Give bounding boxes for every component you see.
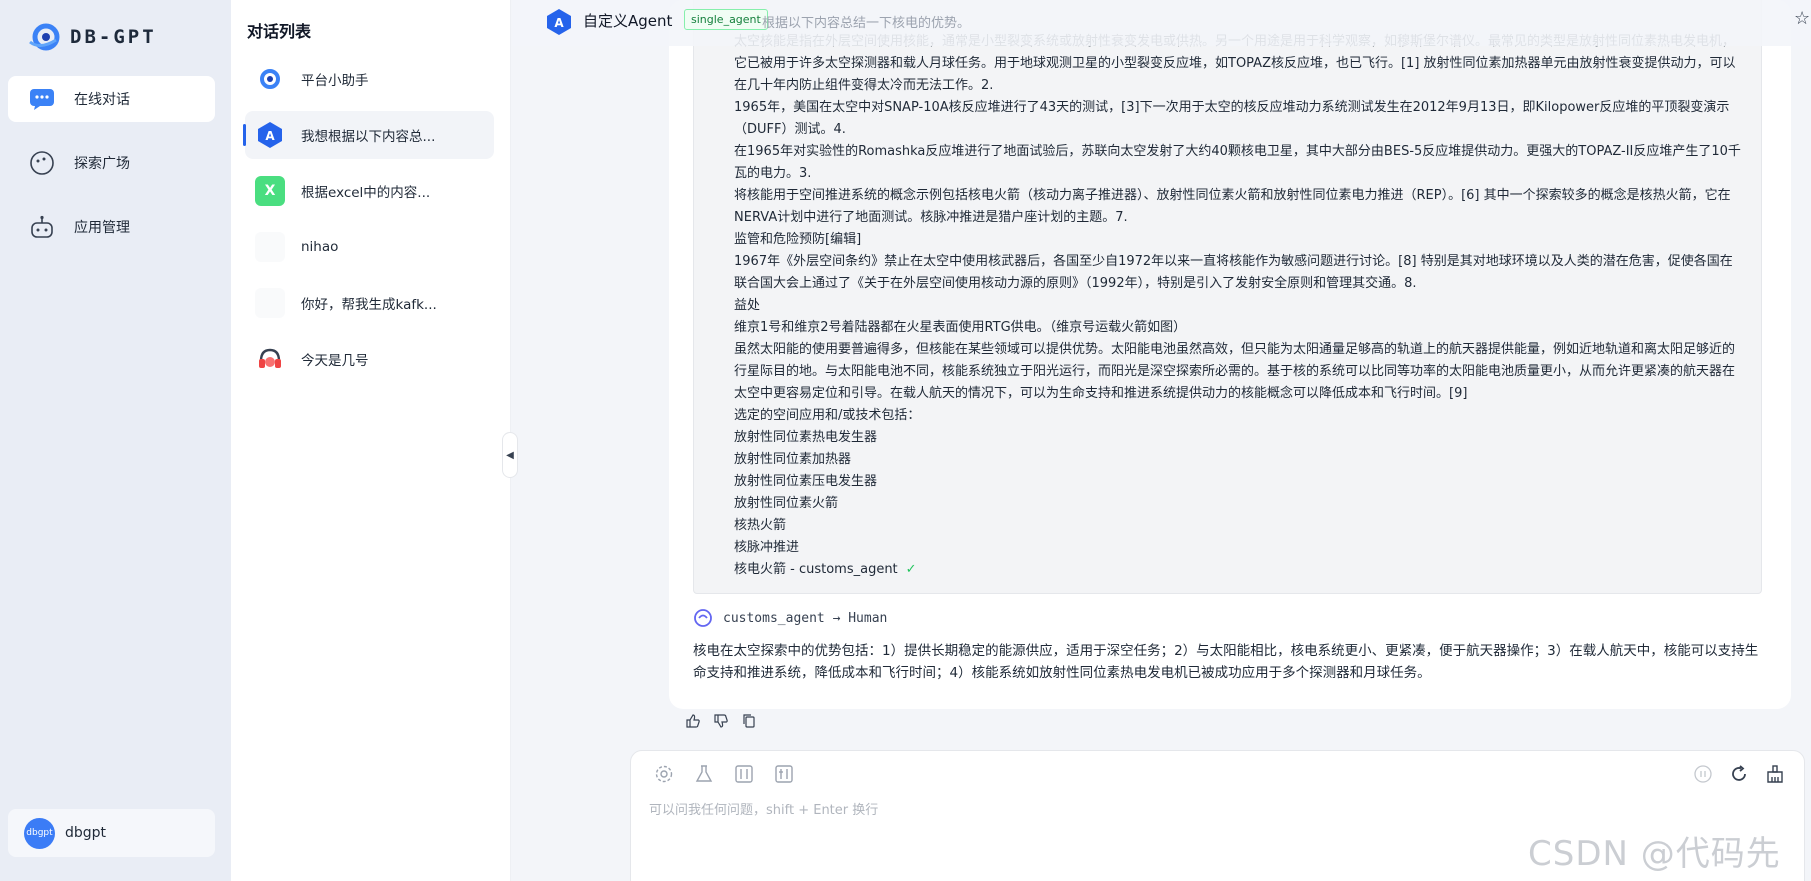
conversation-item[interactable]: nihao	[245, 223, 494, 271]
quote-line: 益处	[734, 298, 761, 313]
nav-item-app-management[interactable]: 应用管理	[8, 204, 215, 250]
quote-last-line: 核电火箭 - customs_agent ✓	[734, 559, 1744, 581]
brand-logo[interactable]: DB-GPT	[26, 20, 157, 54]
quote-line: 核脉冲推进	[734, 540, 800, 555]
agent-app-icon: A	[546, 8, 572, 35]
conversation-item-label: nihao	[301, 239, 339, 255]
conversation-item-label: 我想根据以下内容总...	[301, 129, 436, 145]
copy-icon[interactable]	[740, 712, 758, 730]
thumbs-up-icon[interactable]	[684, 712, 702, 730]
message-actions	[684, 712, 758, 730]
quote-line: 放射性同位素压电发生器	[734, 474, 878, 489]
flask-icon[interactable]	[693, 763, 715, 785]
nav-item-label: 在线对话	[74, 92, 130, 108]
input-toolbar-left	[653, 763, 795, 785]
quoted-content-body: 太空核能是指在外层空间使用核能，通常是小型裂变系统或放射性衰变发电或供热。另一个…	[734, 31, 1744, 581]
quote-line: 将核能用于空间推进系统的概念示例包括核电火箭（核动力离子推进器）、放射性同位素火…	[734, 188, 1731, 225]
blank-icon	[255, 232, 285, 262]
settings-icon[interactable]	[653, 763, 675, 785]
check-icon: ✓	[905, 562, 917, 577]
quote-line: 维京1号和维京2号着陆器都在火星表面使用RTG供电。（维京号运载火箭如图）	[734, 320, 1187, 335]
quote-line: 核电火箭 - customs_agent	[734, 562, 898, 577]
agent-type-badge: single_agent	[684, 9, 768, 30]
nav-item-label: 探索广场	[74, 156, 130, 172]
excel-icon: X	[255, 176, 285, 206]
assistant-answer: 核电在太空探索中的优势包括：1）提供长期稳定的能源供应，适用于深空任务；2）与太…	[693, 643, 1759, 681]
quote-line: 监管和危险预防[编辑]	[734, 232, 862, 247]
nav-item-label: 应用管理	[74, 220, 130, 236]
quote-line: 虽然太阳能的使用要普遍得多，但核能在某些领域可以提供优势。太阳能电池虽然高效，但…	[734, 342, 1736, 401]
blank-icon	[255, 288, 285, 318]
quote-line: 核热火箭	[734, 518, 787, 533]
agent-route-label: customs_agent → Human	[723, 610, 888, 626]
agent-route: customs_agent → Human	[693, 608, 887, 628]
chat-main: 太空核能是指在外层空间使用核能，通常是小型裂变系统或放射性衰变发电或供热。另一个…	[512, 0, 1811, 881]
dbgpt-logo-icon	[26, 20, 68, 54]
conversation-item-label: 平台小助手	[301, 73, 369, 89]
slider-adjust-icon[interactable]	[733, 763, 755, 785]
chat-subtitle: 根据以下内容总结一下核电的优势。	[762, 16, 971, 31]
robot-icon	[28, 213, 56, 241]
headset-icon	[255, 344, 285, 374]
refresh-icon[interactable]	[1728, 763, 1750, 785]
conversation-item[interactable]: 你好，帮我生成kafk...	[245, 279, 494, 327]
chat-header: A 自定义Agent single_agent 根据以下内容总结一下核电的优势。…	[512, 0, 1811, 46]
clear-broom-icon[interactable]	[1764, 763, 1786, 785]
chat-icon	[28, 85, 56, 113]
explore-icon	[28, 149, 56, 177]
left-nav: DB-GPT 在线对话 探索广场 应用管理 dbgpt dbgpt	[0, 0, 231, 881]
quoted-content: 太空核能是指在外层空间使用核能，通常是小型裂变系统或放射性衰变发电或供热。另一个…	[693, 0, 1762, 594]
user-name: dbgpt	[65, 825, 107, 841]
svg-text:A: A	[554, 16, 564, 30]
agent-avatar-icon	[693, 608, 713, 628]
avatar: dbgpt	[24, 817, 55, 849]
quote-line: 放射性同位素热电发生器	[734, 430, 878, 445]
conversation-item[interactable]: X 根据excel中的内容...	[245, 167, 494, 215]
quote-line: 放射性同位素加热器	[734, 452, 852, 467]
quote-line: 1965年，美国在太空中对SNAP-10A核反应堆进行了43天的测试，[3]下一…	[734, 100, 1730, 137]
brand-name: DB-GPT	[70, 26, 157, 48]
conversation-item-active[interactable]: A 我想根据以下内容总...	[243, 111, 494, 159]
pause-icon[interactable]	[1692, 763, 1714, 785]
chat-input[interactable]: 可以问我任何问题，shift + Enter 换行	[649, 799, 878, 818]
quote-line: 在1965年对实验性的Romashka反应堆进行了地面试验后，苏联向太空发射了大…	[734, 144, 1741, 181]
svg-text:A: A	[265, 129, 275, 143]
quote-line: 1967年《外层空间条约》禁止在太空中使用核武器后，各国至少自1972年以来一直…	[734, 254, 1733, 291]
conversation-item-label: 根据excel中的内容...	[301, 185, 431, 201]
conversation-item-label: 你好，帮我生成kafk...	[301, 297, 437, 313]
nav-item-online-chat[interactable]: 在线对话	[8, 76, 215, 122]
conversation-list-title: 对话列表	[247, 22, 312, 41]
quote-line: 选定的空间应用和/或技术包括：	[734, 408, 921, 423]
user-profile[interactable]: dbgpt dbgpt	[8, 809, 215, 857]
agent-app-icon: A	[255, 120, 285, 150]
star-icon[interactable]: ☆	[1794, 8, 1810, 29]
chat-title: 自定义Agent	[583, 12, 673, 30]
quote-line: 放射性同位素火箭	[734, 496, 839, 511]
nav-item-explore[interactable]: 探索广场	[8, 140, 215, 186]
conversation-item[interactable]: 平台小助手	[245, 55, 494, 103]
conversation-item-label: 今天是几号	[301, 353, 369, 369]
conversation-list: 对话列表 平台小助手 A 我想根据以下内容总... X 根据excel中的内容.…	[231, 0, 511, 881]
thumbs-down-icon[interactable]	[712, 712, 730, 730]
csdn-watermark: CSDN @代码先觉	[1528, 834, 1781, 874]
message-card: 太空核能是指在外层空间使用核能，通常是小型裂变系统或放射性衰变发电或供热。另一个…	[669, 0, 1791, 709]
slider-settings-icon[interactable]	[773, 763, 795, 785]
input-toolbar-right	[1692, 763, 1786, 785]
conversation-item[interactable]: 今天是几号	[245, 335, 494, 383]
dbgpt-logo-icon	[255, 64, 285, 94]
